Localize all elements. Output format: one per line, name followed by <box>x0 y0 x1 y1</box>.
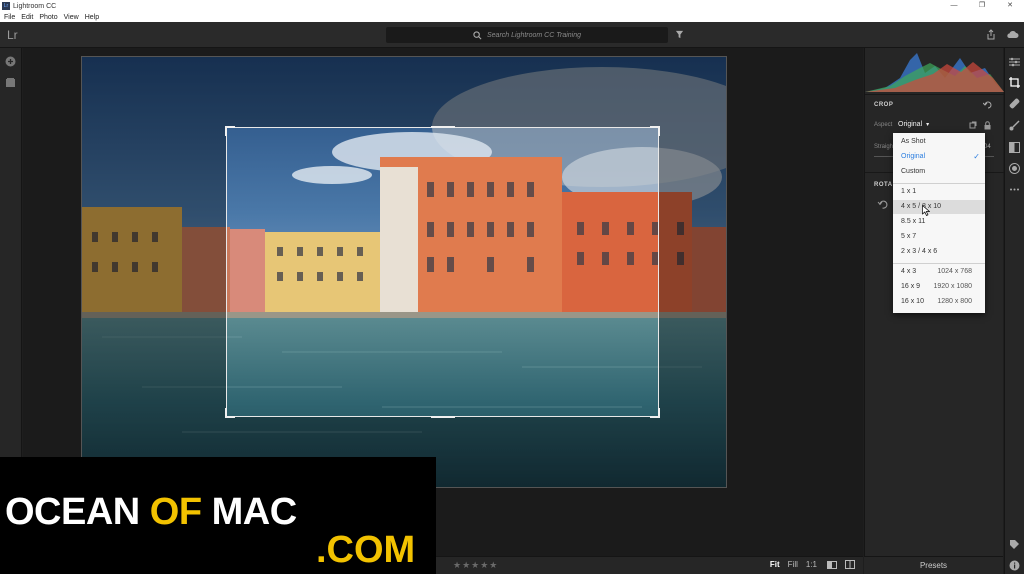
crop-section-title: CROP <box>874 102 894 108</box>
check-icon: ✓ <box>973 152 980 161</box>
crop-handle-bottom-right-v[interactable] <box>658 408 660 418</box>
add-photo-icon[interactable] <box>5 56 16 67</box>
rotate-section-title: ROTA <box>874 182 893 188</box>
top-toolbar: Lr Search Lightroom CC Training <box>0 22 1024 48</box>
search-input[interactable]: Search Lightroom CC Training <box>386 27 668 43</box>
compare-icon[interactable] <box>845 560 855 569</box>
before-after-icon[interactable] <box>827 560 837 569</box>
lightroom-logo: Lr <box>7 28 18 42</box>
crop-mask-left <box>82 127 226 417</box>
close-button[interactable]: ✕ <box>996 0 1024 12</box>
maximize-button[interactable]: ❐ <box>968 0 996 12</box>
library-icon[interactable] <box>5 77 16 88</box>
window-controls: — ❐ ✕ <box>940 0 1024 12</box>
crop-handle-bottom-left-v[interactable] <box>225 408 227 418</box>
menu-file[interactable]: File <box>4 14 15 21</box>
orientation-icon[interactable] <box>969 121 977 129</box>
menu-help[interactable]: Help <box>85 14 99 21</box>
zoom-fit[interactable]: Fit <box>770 560 780 569</box>
menu-bar: File Edit Photo View Help <box>0 12 1024 22</box>
crop-mask-top <box>82 57 726 127</box>
crop-frame[interactable] <box>225 126 660 418</box>
more-options-icon[interactable] <box>1009 184 1020 195</box>
minimize-button[interactable]: — <box>940 0 968 12</box>
zoom-fill[interactable]: Fill <box>788 560 798 569</box>
aspect-label: Aspect <box>874 122 893 128</box>
mouse-cursor-icon <box>922 205 930 216</box>
watermark-banner: OCEAN OF MAC .COM <box>0 457 436 574</box>
menu-photo[interactable]: Photo <box>39 14 57 21</box>
aspect-option[interactable]: 16 x 9 1920 x 1080 <box>893 280 985 294</box>
aspect-option[interactable]: 5 x 7 <box>893 230 985 244</box>
aspect-option[interactable]: 8.5 x 11 <box>893 215 985 229</box>
zoom-controls: Fit Fill 1:1 <box>762 560 855 569</box>
right-rail <box>1004 48 1024 574</box>
aspect-option[interactable]: As Shot <box>893 135 985 149</box>
aspect-option[interactable]: Custom <box>893 165 985 179</box>
crop-handle-top-mid[interactable] <box>431 126 455 128</box>
filter-icon[interactable] <box>675 30 684 39</box>
reset-crop-icon[interactable] <box>983 101 993 109</box>
search-icon <box>473 30 482 39</box>
aspect-dropdown[interactable]: Original ▾ <box>898 121 929 128</box>
app-icon: Lr <box>2 2 10 10</box>
crop-tool-icon[interactable] <box>1009 77 1020 88</box>
aspect-value: Original <box>898 121 923 128</box>
menu-view[interactable]: View <box>64 14 79 21</box>
crop-handle-bottom-mid[interactable] <box>431 416 455 418</box>
presets-button[interactable]: Presets <box>864 556 1003 574</box>
zoom-1to1[interactable]: 1:1 <box>806 560 817 569</box>
aspect-menu: As Shot Original ✓ Custom 1 x 1 4 x 5 / 8… <box>893 133 985 313</box>
share-icon[interactable] <box>986 29 996 40</box>
rating-stars[interactable]: ★★★★★ <box>453 560 498 571</box>
crop-handle-top-right-v[interactable] <box>658 126 660 136</box>
aspect-option[interactable]: 4 x 3 1024 x 768 <box>893 265 985 279</box>
rotate-left-icon[interactable] <box>877 199 888 210</box>
edit-sliders-icon[interactable] <box>1009 57 1020 67</box>
brush-icon[interactable] <box>1009 120 1020 131</box>
window-title: Lightroom CC <box>13 2 57 10</box>
info-icon[interactable] <box>1009 560 1020 571</box>
aspect-option[interactable]: 2 x 3 / 4 x 6 <box>893 245 985 259</box>
menu-edit[interactable]: Edit <box>21 14 33 21</box>
cloud-icon[interactable] <box>1006 30 1019 39</box>
watermark-text: OCEAN OF MAC <box>5 491 297 533</box>
crop-mask-right <box>659 127 726 417</box>
title-bar: Lr Lightroom CC — ❐ ✕ <box>0 0 1024 12</box>
aspect-option[interactable]: 16 x 10 1280 x 800 <box>893 295 985 309</box>
crop-handle-top-left-v[interactable] <box>225 126 227 136</box>
search-placeholder: Search Lightroom CC Training <box>486 31 582 39</box>
tag-icon[interactable] <box>1009 539 1020 550</box>
straighten-label: Straight <box>874 144 895 150</box>
linear-gradient-icon[interactable] <box>1009 142 1020 153</box>
straighten-value: 04 <box>984 144 991 150</box>
aspect-option-selected[interactable]: Original ✓ <box>893 150 985 164</box>
radial-gradient-icon[interactable] <box>1009 163 1020 174</box>
histogram <box>865 53 1004 92</box>
chevron-down-icon: ▾ <box>926 122 930 128</box>
aspect-option-hovered[interactable]: 4 x 5 / 8 x 10 <box>893 200 985 214</box>
lock-icon[interactable] <box>984 121 991 130</box>
healing-brush-icon[interactable] <box>1009 98 1020 109</box>
aspect-option[interactable]: 1 x 1 <box>893 185 985 199</box>
watermark-domain: .COM <box>316 529 416 571</box>
